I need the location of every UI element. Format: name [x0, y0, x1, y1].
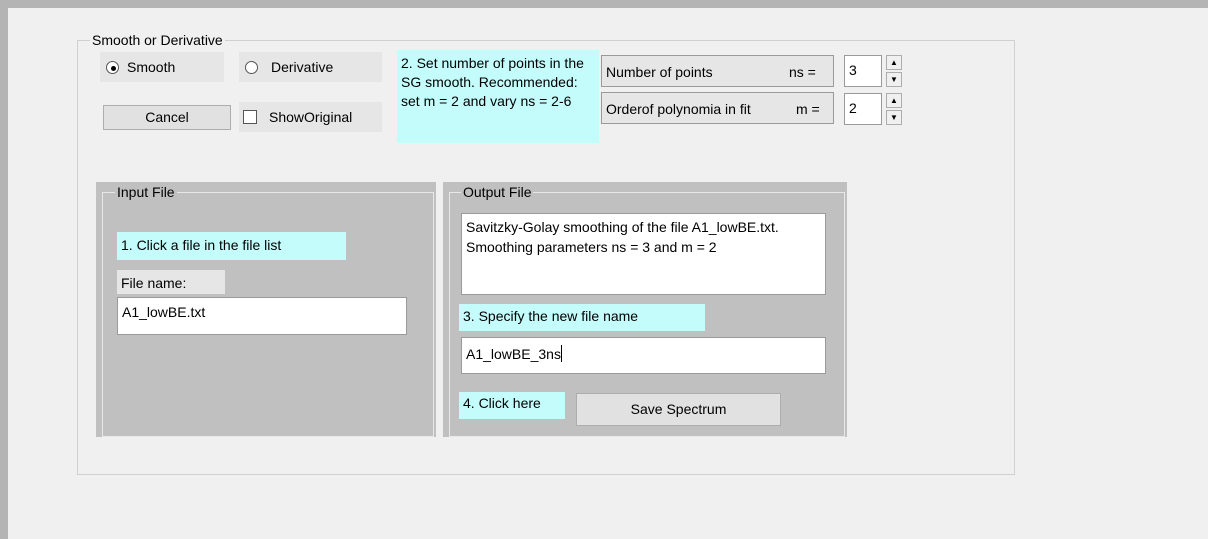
output-file-title: Output File	[461, 184, 534, 200]
text-caret	[560, 345, 562, 362]
m-symbol: m =	[796, 101, 820, 117]
show-original-checkbox[interactable]	[243, 110, 257, 124]
save-spectrum-button[interactable]: Save Spectrum	[576, 393, 781, 426]
derivative-radio[interactable]	[245, 61, 258, 74]
new-file-name-input[interactable]: A1_lowBE_3ns	[461, 337, 826, 374]
radio-selected-dot	[111, 66, 116, 71]
ns-value-input[interactable]: 3	[844, 55, 882, 87]
window-left-border	[0, 8, 8, 539]
spin-up-icon[interactable]: ▲	[886, 93, 902, 108]
derivative-label: Derivative	[271, 59, 334, 75]
show-original-label: ShowOriginal	[269, 109, 353, 125]
output-description-textarea[interactable]: Savitzky-Golay smoothing of the file A1_…	[461, 213, 826, 295]
ns-label: Number of points	[606, 64, 713, 80]
spin-up-icon[interactable]: ▲	[886, 55, 902, 70]
ns-label-box: Number of points ns =	[601, 55, 834, 87]
derivative-radio-option[interactable]: Derivative	[239, 52, 382, 82]
spin-down-icon[interactable]: ▼	[886, 72, 902, 87]
ns-symbol: ns =	[789, 64, 816, 80]
step1-instruction: 1. Click a file in the file list	[117, 232, 346, 260]
smooth-radio-option[interactable]: Smooth	[100, 52, 224, 82]
step2-instruction: 2. Set number of points in the SG smooth…	[397, 50, 599, 143]
show-original-option[interactable]: ShowOriginal	[239, 102, 382, 132]
spin-down-icon[interactable]: ▼	[886, 110, 902, 125]
file-name-label: File name:	[117, 270, 225, 294]
m-label-box: Orderof polynomia in fit m =	[601, 92, 834, 124]
window-top-border	[0, 0, 1208, 8]
group-title: Smooth or Derivative	[90, 32, 225, 48]
input-file-name-field[interactable]: A1_lowBE.txt	[117, 297, 407, 335]
input-file-title: Input File	[115, 184, 177, 200]
new-file-name-text: A1_lowBE_3ns	[466, 346, 561, 362]
cancel-button[interactable]: Cancel	[103, 105, 231, 130]
m-value-input[interactable]: 2	[844, 93, 882, 125]
step3-instruction: 3. Specify the new file name	[459, 304, 705, 331]
smooth-radio[interactable]	[106, 61, 119, 74]
m-label: Orderof polynomia in fit	[606, 101, 751, 117]
step4-instruction: 4. Click here	[459, 392, 565, 419]
smooth-label: Smooth	[127, 59, 176, 75]
